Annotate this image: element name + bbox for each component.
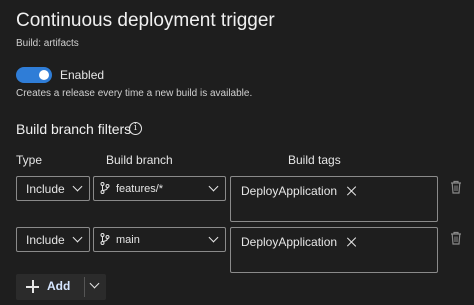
build-subtitle: Build: artifacts	[16, 38, 79, 49]
tags-input[interactable]: DeployApplication	[230, 227, 438, 273]
chevron-down-icon	[72, 181, 83, 192]
info-icon[interactable]: i	[129, 122, 142, 135]
remove-tag-icon[interactable]	[346, 185, 358, 197]
chevron-down-icon[interactable]	[89, 278, 100, 289]
column-header-type: Type	[16, 153, 43, 167]
trigger-description: Creates a release every time a new build…	[16, 88, 253, 99]
tags-input[interactable]: DeployApplication	[230, 176, 438, 222]
column-header-branch: Build branch	[106, 153, 173, 167]
tag-chip-label: DeployApplication	[241, 235, 338, 249]
chevron-down-icon	[72, 232, 83, 243]
page-title: Continuous deployment trigger	[16, 10, 275, 31]
branch-dropdown[interactable]: main	[93, 227, 226, 252]
add-filter-button[interactable]: Add	[16, 274, 106, 300]
toggle-knob	[39, 70, 49, 80]
add-button-divider	[84, 277, 85, 297]
chevron-down-icon	[208, 232, 219, 243]
type-dropdown[interactable]: Include	[16, 176, 90, 201]
type-dropdown-value: Include	[26, 182, 65, 196]
trash-icon[interactable]	[450, 180, 462, 194]
branch-icon	[100, 182, 110, 194]
add-button-label: Add	[47, 279, 71, 293]
branch-dropdown-value: main	[116, 234, 140, 246]
trash-icon[interactable]	[450, 231, 462, 245]
type-dropdown[interactable]: Include	[16, 227, 90, 252]
type-dropdown-value: Include	[26, 233, 65, 247]
toggle-label: Enabled	[60, 68, 105, 82]
section-title: Build branch filters	[16, 121, 132, 137]
plus-icon	[26, 280, 39, 293]
enabled-toggle[interactable]	[16, 67, 52, 83]
tag-chip-label: DeployApplication	[241, 184, 338, 198]
remove-tag-icon[interactable]	[346, 236, 358, 248]
column-header-tags: Build tags	[288, 153, 341, 167]
branch-dropdown-value: features/*	[116, 183, 164, 195]
branch-icon	[100, 233, 110, 245]
branch-dropdown[interactable]: features/*	[93, 176, 226, 201]
chevron-down-icon	[208, 181, 219, 192]
